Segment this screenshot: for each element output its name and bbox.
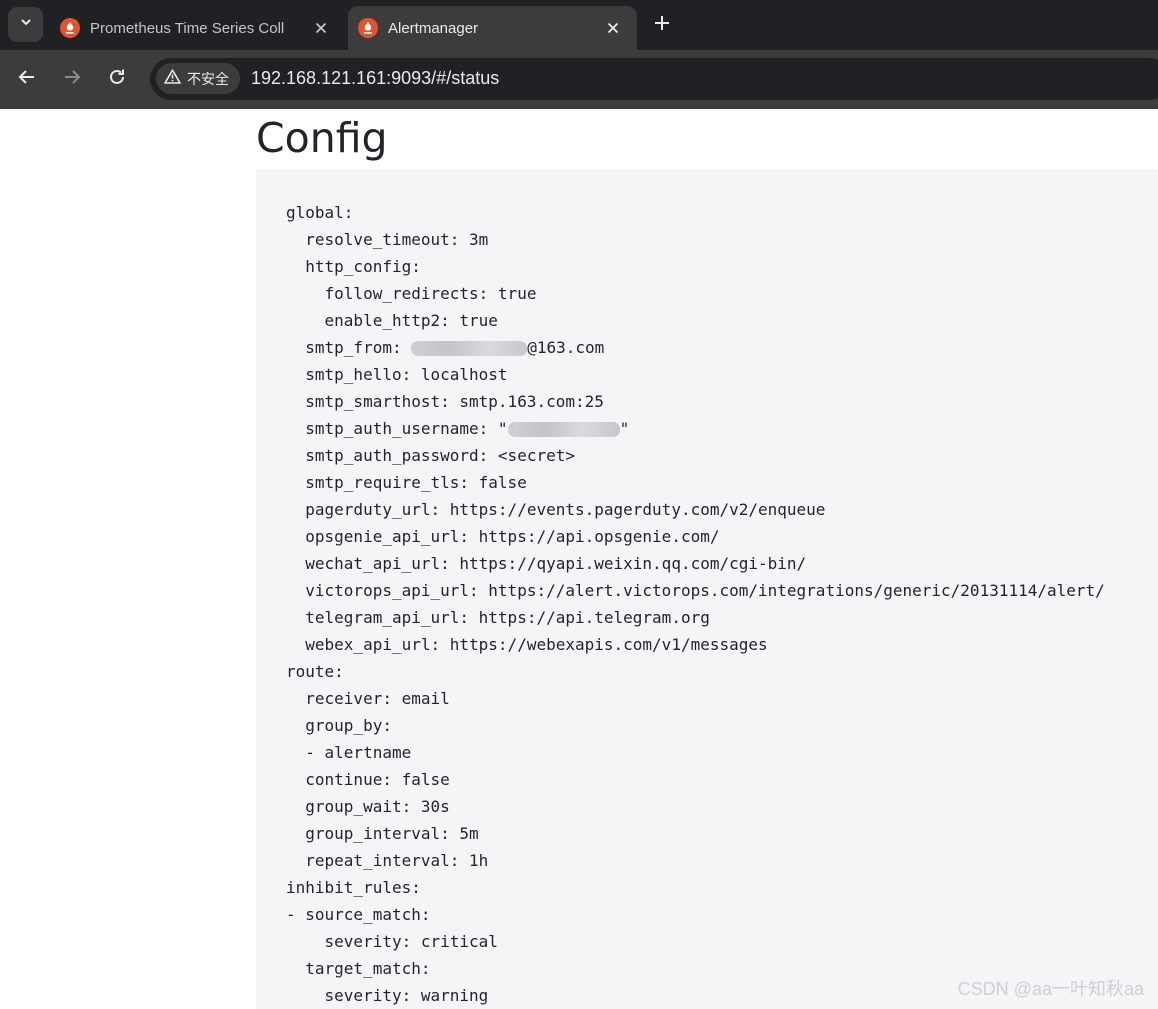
tab-title: Prometheus Time Series Coll bbox=[90, 19, 285, 37]
new-tab-button[interactable] bbox=[648, 12, 676, 38]
config-line: repeat_interval: 1h bbox=[286, 851, 489, 870]
tab-title: Alertmanager bbox=[388, 19, 479, 37]
arrow-right-icon bbox=[63, 68, 81, 91]
prometheus-icon bbox=[60, 18, 80, 38]
config-line: @163.com bbox=[527, 338, 605, 357]
config-line: group_wait: 30s bbox=[286, 797, 450, 816]
close-icon[interactable] bbox=[603, 18, 623, 38]
config-line: smtp_from: bbox=[286, 338, 412, 357]
tab-alertmanager[interactable]: Alertmanager bbox=[348, 6, 637, 50]
config-line: smtp_smarthost: smtp.163.com:25 bbox=[286, 392, 604, 411]
reload-icon bbox=[108, 68, 126, 91]
config-panel: global: resolve_timeout: 3m http_config:… bbox=[256, 169, 1158, 1009]
config-line: - alertname bbox=[286, 743, 412, 762]
config-yaml: global: resolve_timeout: 3m http_config:… bbox=[286, 199, 1105, 1009]
config-line: smtp_auth_password: <secret> bbox=[286, 446, 575, 465]
config-line: pagerduty_url: https://events.pagerduty.… bbox=[286, 500, 826, 519]
config-line: group_interval: 5m bbox=[286, 824, 479, 843]
chevron-down-icon bbox=[19, 15, 33, 34]
config-line: global: bbox=[286, 203, 354, 222]
tab-strip: Prometheus Time Series Coll Alertmanager bbox=[0, 0, 1158, 50]
config-line: enable_http2: true bbox=[286, 311, 498, 330]
reload-button[interactable] bbox=[101, 63, 133, 95]
config-line: victorops_api_url: https://alert.victoro… bbox=[286, 581, 1105, 600]
config-line: smtp_require_tls: false bbox=[286, 473, 527, 492]
warning-icon bbox=[164, 68, 181, 89]
url-text[interactable]: 192.168.121.161:9093/#/status bbox=[251, 68, 499, 89]
config-line: opsgenie_api_url: https://api.opsgenie.c… bbox=[286, 527, 720, 546]
tab-search-button[interactable] bbox=[8, 7, 43, 42]
browser-toolbar: 不安全 192.168.121.161:9093/#/status bbox=[0, 50, 1158, 109]
prometheus-icon bbox=[358, 18, 378, 38]
config-line: target_match: bbox=[286, 959, 431, 978]
config-line: follow_redirects: true bbox=[286, 284, 537, 303]
security-label: 不安全 bbox=[187, 70, 229, 87]
config-line: inhibit_rules: bbox=[286, 878, 421, 897]
config-line: continue: false bbox=[286, 770, 450, 789]
config-line: - source_match: bbox=[286, 905, 431, 924]
security-indicator[interactable]: 不安全 bbox=[156, 63, 240, 94]
arrow-left-icon bbox=[18, 68, 36, 91]
config-line: smtp_hello: localhost bbox=[286, 365, 508, 384]
watermark: CSDN @aa一叶知秋aa bbox=[957, 979, 1144, 999]
config-line: telegram_api_url: https://api.telegram.o… bbox=[286, 608, 710, 627]
back-button[interactable] bbox=[11, 63, 43, 95]
config-line: severity: critical bbox=[286, 932, 498, 951]
address-bar[interactable]: 不安全 192.168.121.161:9093/#/status bbox=[150, 58, 1158, 100]
config-line: route: bbox=[286, 662, 344, 681]
close-icon[interactable] bbox=[311, 18, 331, 38]
tab-prometheus[interactable]: Prometheus Time Series Coll bbox=[50, 6, 343, 50]
config-line: webex_api_url: https://webexapis.com/v1/… bbox=[286, 635, 768, 654]
redacted-blur bbox=[507, 422, 620, 437]
page-title: Config bbox=[256, 114, 388, 162]
forward-button[interactable] bbox=[56, 63, 88, 95]
redacted-blur bbox=[411, 341, 528, 356]
config-line: group_by: bbox=[286, 716, 392, 735]
config-line: resolve_timeout: 3m bbox=[286, 230, 489, 249]
config-line: smtp_auth_username: " bbox=[286, 419, 508, 438]
config-line: http_config: bbox=[286, 257, 421, 276]
plus-icon bbox=[654, 15, 670, 36]
config-line: receiver: email bbox=[286, 689, 450, 708]
config-line: " bbox=[619, 419, 630, 438]
config-line: severity: warning bbox=[286, 986, 489, 1005]
config-line: wechat_api_url: https://qyapi.weixin.qq.… bbox=[286, 554, 807, 573]
